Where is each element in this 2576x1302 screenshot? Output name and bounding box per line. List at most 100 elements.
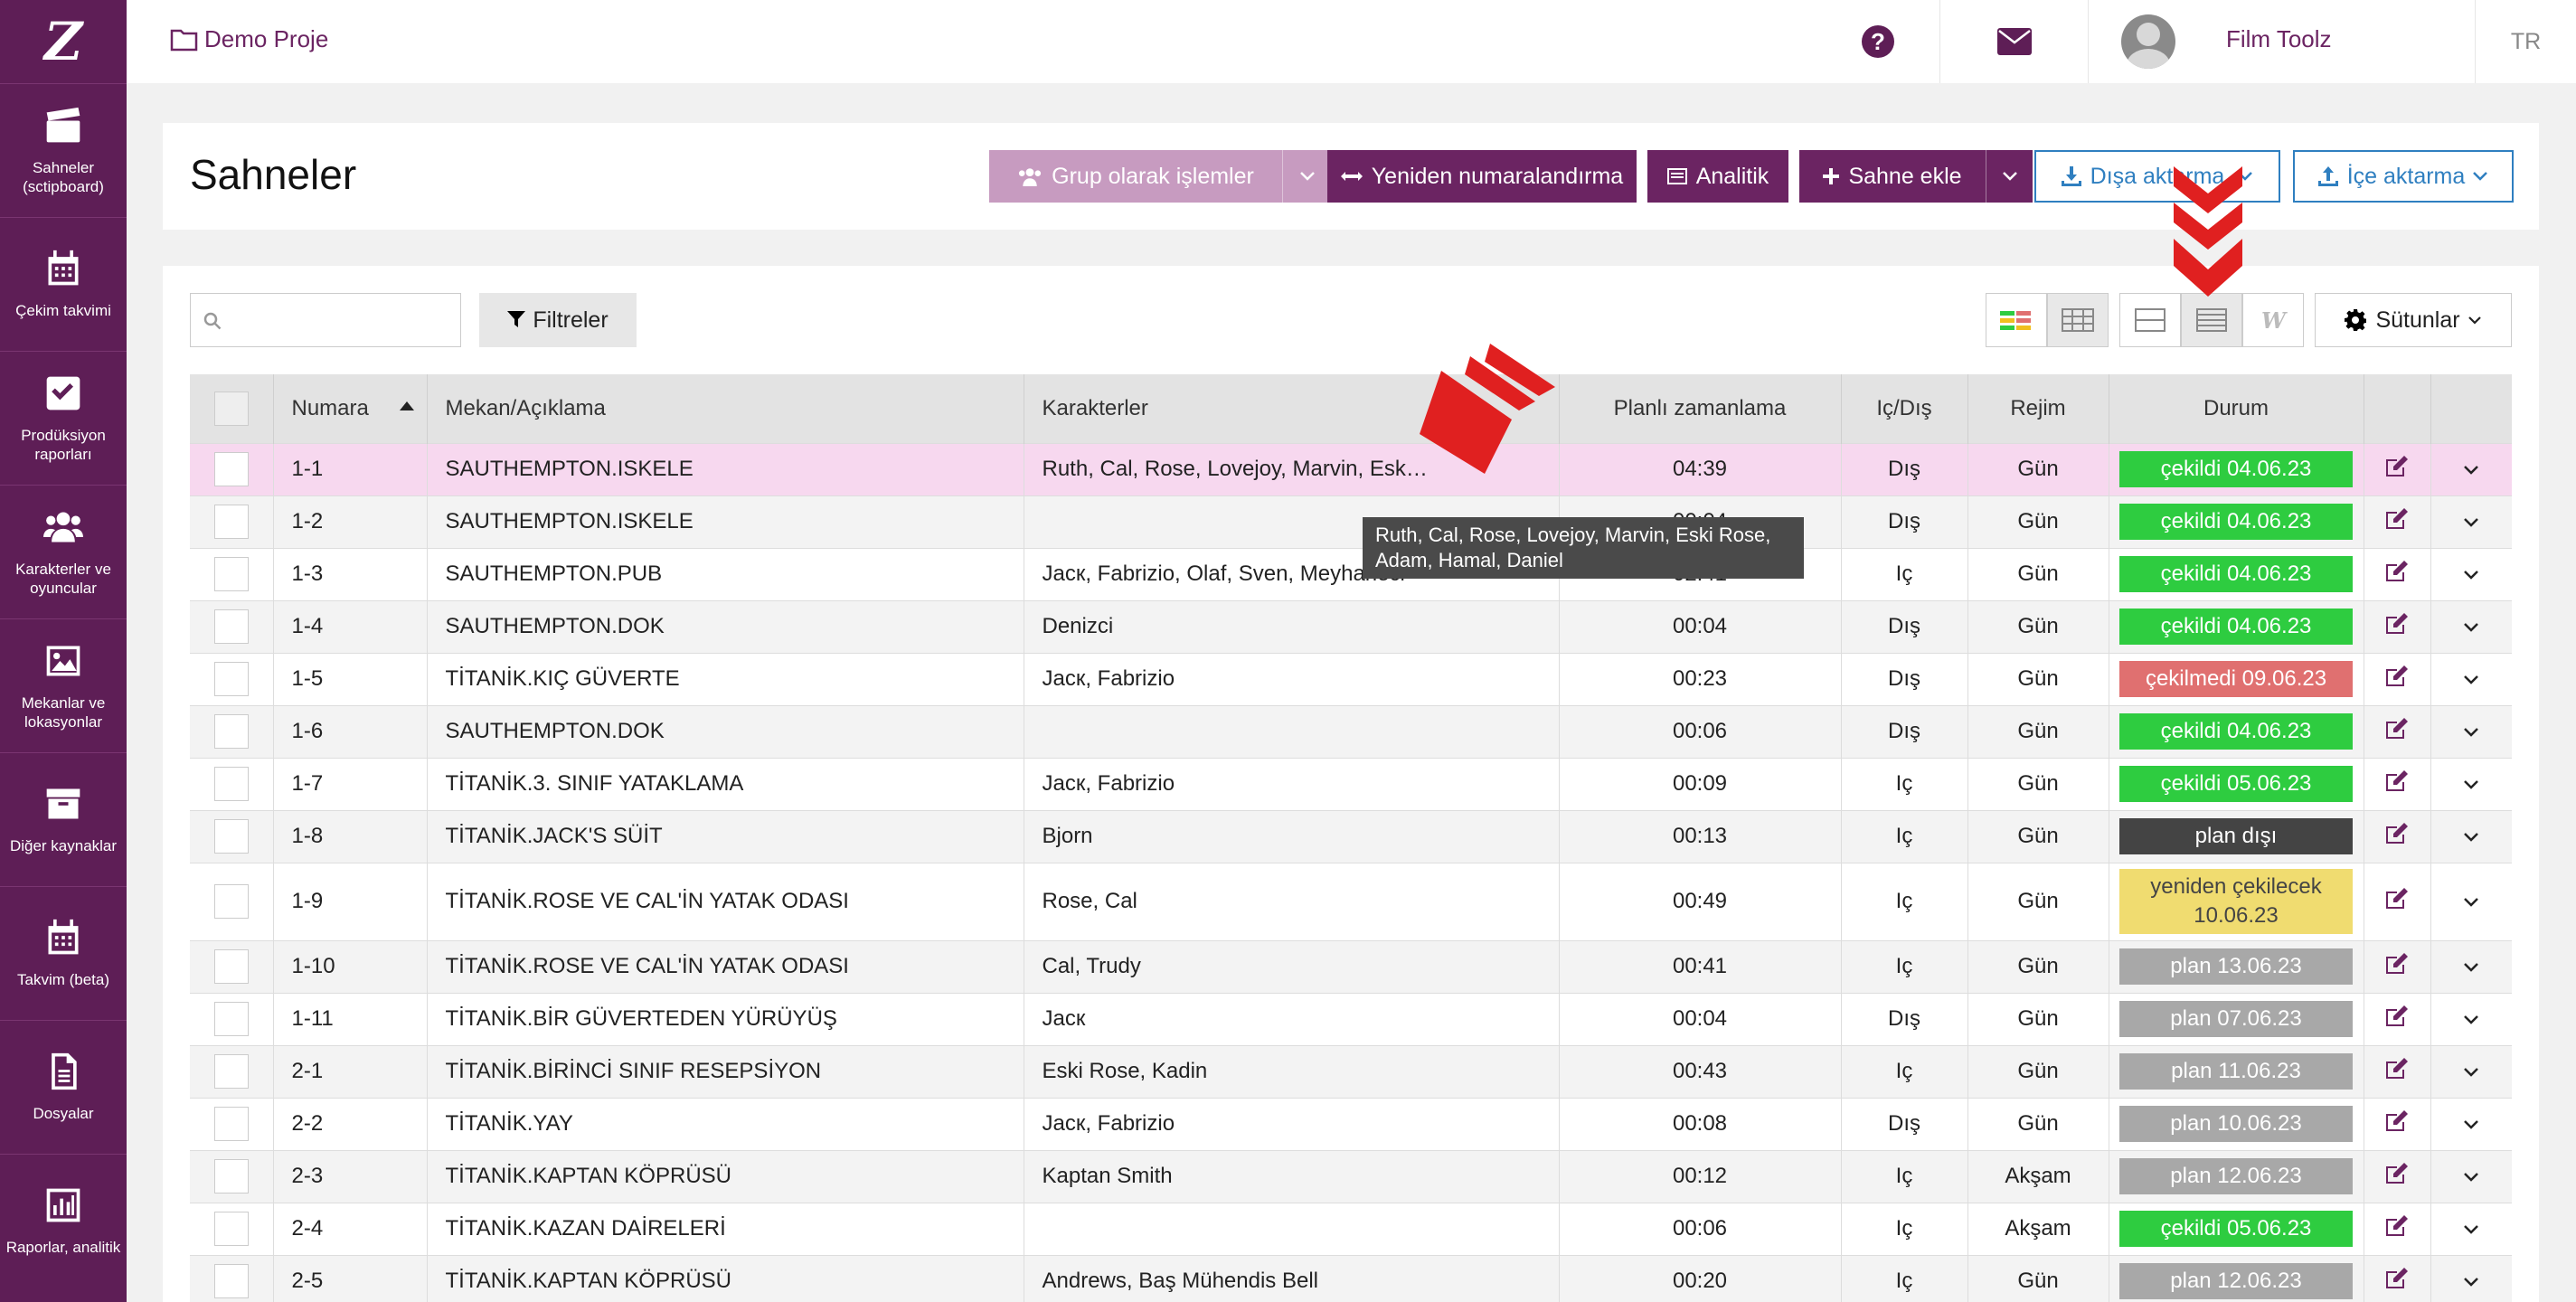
- row-checkbox[interactable]: [213, 505, 249, 539]
- status-badge[interactable]: plan dışı: [2119, 818, 2353, 854]
- edit-icon[interactable]: [2384, 717, 2410, 741]
- help-button[interactable]: ?: [1816, 0, 1939, 83]
- chevron-down-icon[interactable]: [2463, 779, 2479, 790]
- row-checkbox[interactable]: [213, 714, 249, 749]
- edit-icon[interactable]: [2384, 507, 2410, 531]
- column-header-int-ext[interactable]: Iç/Dış: [1841, 374, 1968, 443]
- status-badge[interactable]: çekildi 04.06.23: [2119, 504, 2353, 540]
- status-badge[interactable]: çekildi 05.06.23: [2119, 1211, 2353, 1247]
- sidebar-item-scenes[interactable]: Sahneler (sctipboard): [0, 83, 127, 217]
- status-badge[interactable]: çekildi 04.06.23: [2119, 609, 2353, 645]
- edit-icon[interactable]: [2384, 1005, 2410, 1028]
- row-compact-view-button[interactable]: [2119, 293, 2181, 347]
- row-checkbox[interactable]: [213, 1159, 249, 1194]
- app-logo[interactable]: Z: [0, 0, 127, 83]
- status-badge[interactable]: çekildi 04.06.23: [2119, 451, 2353, 487]
- row-checkbox[interactable]: [213, 662, 249, 696]
- table-row[interactable]: 1-6 SAUTHEMPTON.DOK 00:06 Dış Gün çekildi 04.…: [190, 704, 2512, 758]
- row-checkbox[interactable]: [213, 1264, 249, 1299]
- edit-icon[interactable]: [2384, 822, 2410, 845]
- search-input[interactable]: [190, 293, 461, 347]
- row-checkbox[interactable]: [213, 767, 249, 801]
- edit-icon[interactable]: [2384, 887, 2410, 910]
- table-row[interactable]: 2-4 TİTANİK.KAZAN DAİRELERİ 00:06 Iç Akşam çe…: [190, 1202, 2512, 1255]
- chevron-down-icon[interactable]: [2463, 727, 2479, 738]
- row-checkbox[interactable]: [213, 1002, 249, 1036]
- language-switch[interactable]: TR: [2475, 0, 2576, 83]
- row-dense-view-button[interactable]: [2181, 293, 2242, 347]
- sidebar-item-reports[interactable]: Raporlar, analitik: [0, 1154, 127, 1288]
- row-checkbox[interactable]: [213, 1212, 249, 1246]
- row-checkbox[interactable]: [213, 609, 249, 644]
- sidebar-item-production-reports[interactable]: Prodüksiyon raporları: [0, 351, 127, 485]
- status-badge[interactable]: plan 10.06.23: [2119, 1106, 2353, 1142]
- chevron-down-icon[interactable]: [2463, 1277, 2479, 1288]
- table-row[interactable]: 1-2SAUTHEMPTON.ISKELE00:04DışGünçekildi …: [190, 495, 2512, 548]
- filters-button[interactable]: Filtreler: [479, 293, 637, 347]
- add-scene-button[interactable]: Sahne ekle: [1799, 150, 1986, 203]
- sidebar-item-calendar-beta[interactable]: Takvim (beta): [0, 886, 127, 1020]
- table-row[interactable]: 1-4 SAUTHEMPTON.DOK Denizci 00:04 Dış Gün çeki…: [190, 599, 2512, 653]
- edit-icon[interactable]: [2384, 665, 2410, 688]
- status-badge[interactable]: plan 11.06.23: [2119, 1053, 2353, 1090]
- analytics-button[interactable]: Analitik: [1647, 150, 1788, 203]
- column-header-regime[interactable]: Rejim: [1967, 374, 2109, 443]
- table-view-button[interactable]: [2047, 293, 2109, 347]
- edit-icon[interactable]: [2384, 1162, 2410, 1185]
- column-header-status[interactable]: Durum: [2109, 374, 2364, 443]
- chevron-down-icon[interactable]: [2463, 1014, 2479, 1025]
- status-badge[interactable]: plan 12.06.23: [2119, 1263, 2353, 1300]
- status-badge[interactable]: çekildi 04.06.23: [2119, 556, 2353, 592]
- chevron-down-icon[interactable]: [2463, 962, 2479, 973]
- column-header-location[interactable]: Mekan/Açıklama: [427, 374, 1024, 443]
- row-checkbox[interactable]: [213, 1054, 249, 1089]
- status-badge[interactable]: plan 07.06.23: [2119, 1001, 2353, 1037]
- status-badge[interactable]: plan 12.06.23: [2119, 1158, 2353, 1194]
- project-link[interactable]: Demo Proje: [170, 25, 328, 53]
- columns-button[interactable]: Sütunlar: [2315, 293, 2512, 347]
- chevron-down-icon[interactable]: [2463, 1224, 2479, 1235]
- renumber-button[interactable]: Yeniden numaralandırma: [1327, 150, 1637, 203]
- table-row[interactable]: 1-11 TİTANİK.BİR GÜVERTEDEN YÜRÜYÜŞ Jacк 00…: [190, 992, 2512, 1045]
- table-row[interactable]: 2-1 TİTANİK.BİRİNCİ SINIF RESEPSİYON Eski …: [190, 1044, 2512, 1098]
- table-row[interactable]: 1-1 SAUTHEMPTON.ISKELE Ruth, Cal, Rose, Lo…: [190, 442, 2512, 495]
- row-checkbox[interactable]: [213, 557, 249, 591]
- import-button[interactable]: İçe aktarma: [2293, 150, 2514, 203]
- chevron-down-icon[interactable]: [2463, 622, 2479, 633]
- edit-icon[interactable]: [2384, 952, 2410, 976]
- row-checkbox[interactable]: [213, 819, 249, 854]
- add-scene-dropdown[interactable]: [1986, 150, 2033, 203]
- edit-icon[interactable]: [2384, 560, 2410, 583]
- row-checkbox[interactable]: [213, 884, 249, 919]
- table-row[interactable]: 2-3 TİTANİK.KAPTAN KÖPRÜSÜ Kaptan Smith 00:…: [190, 1149, 2512, 1203]
- chevron-down-icon[interactable]: [2463, 1067, 2479, 1078]
- chevron-down-icon[interactable]: [2463, 675, 2479, 685]
- color-view-button[interactable]: [1986, 293, 2047, 347]
- table-row[interactable]: 1-5 TİTANİK.KIÇ GÜVERTE Jacк, Fabrizio 00:2…: [190, 652, 2512, 705]
- word-view-button[interactable]: W: [2242, 293, 2304, 347]
- chevron-down-icon[interactable]: [2463, 832, 2479, 843]
- sidebar-item-shooting-schedule[interactable]: Çekim takvimi: [0, 217, 127, 351]
- edit-icon[interactable]: [2384, 612, 2410, 636]
- table-row[interactable]: 2-2 TİTANİK.YAY Jacк, Fabrizio 00:08 Dış Gün p…: [190, 1097, 2512, 1150]
- table-row[interactable]: 1-3 SAUTHEMPTON.PUB Jacк, Fabrizio, Olaf, …: [190, 547, 2512, 600]
- chevron-down-icon[interactable]: [2463, 1119, 2479, 1130]
- edit-icon[interactable]: [2384, 1109, 2410, 1133]
- edit-icon[interactable]: [2384, 769, 2410, 793]
- table-row[interactable]: 1-8 TİTANİK.JACK'S SÜİT Bjorn 00:13 Iç Gün pla…: [190, 809, 2512, 863]
- chevron-down-icon[interactable]: [2463, 570, 2479, 580]
- messages-button[interactable]: [1939, 0, 2088, 83]
- column-header-planned[interactable]: Planlı zamanlama: [1559, 374, 1842, 443]
- table-row[interactable]: 1-10 TİTANİK.ROSE VE CAL'İN YATAK ODASI Ca…: [190, 939, 2512, 993]
- column-header-number[interactable]: Numara: [273, 374, 428, 443]
- select-all-checkbox[interactable]: [213, 391, 249, 426]
- table-row[interactable]: 2-5 TİTANİK.KAPTAN KÖPRÜSÜ Andrews, Baş Mü…: [190, 1254, 2512, 1302]
- table-row[interactable]: 1-7 TİTANİK.3. SINIF YATAKLAMA Jacк, Fabri…: [190, 757, 2512, 810]
- edit-icon[interactable]: [2384, 1267, 2410, 1290]
- row-checkbox[interactable]: [213, 452, 249, 486]
- user-menu[interactable]: Film Toolz: [2088, 0, 2475, 83]
- chevron-down-icon[interactable]: [2463, 1172, 2479, 1183]
- export-button[interactable]: Dışa aktarma: [2034, 150, 2280, 203]
- group-operations-button[interactable]: Grup olarak işlemler: [989, 150, 1282, 203]
- status-badge[interactable]: çekildi 05.06.23: [2119, 766, 2353, 802]
